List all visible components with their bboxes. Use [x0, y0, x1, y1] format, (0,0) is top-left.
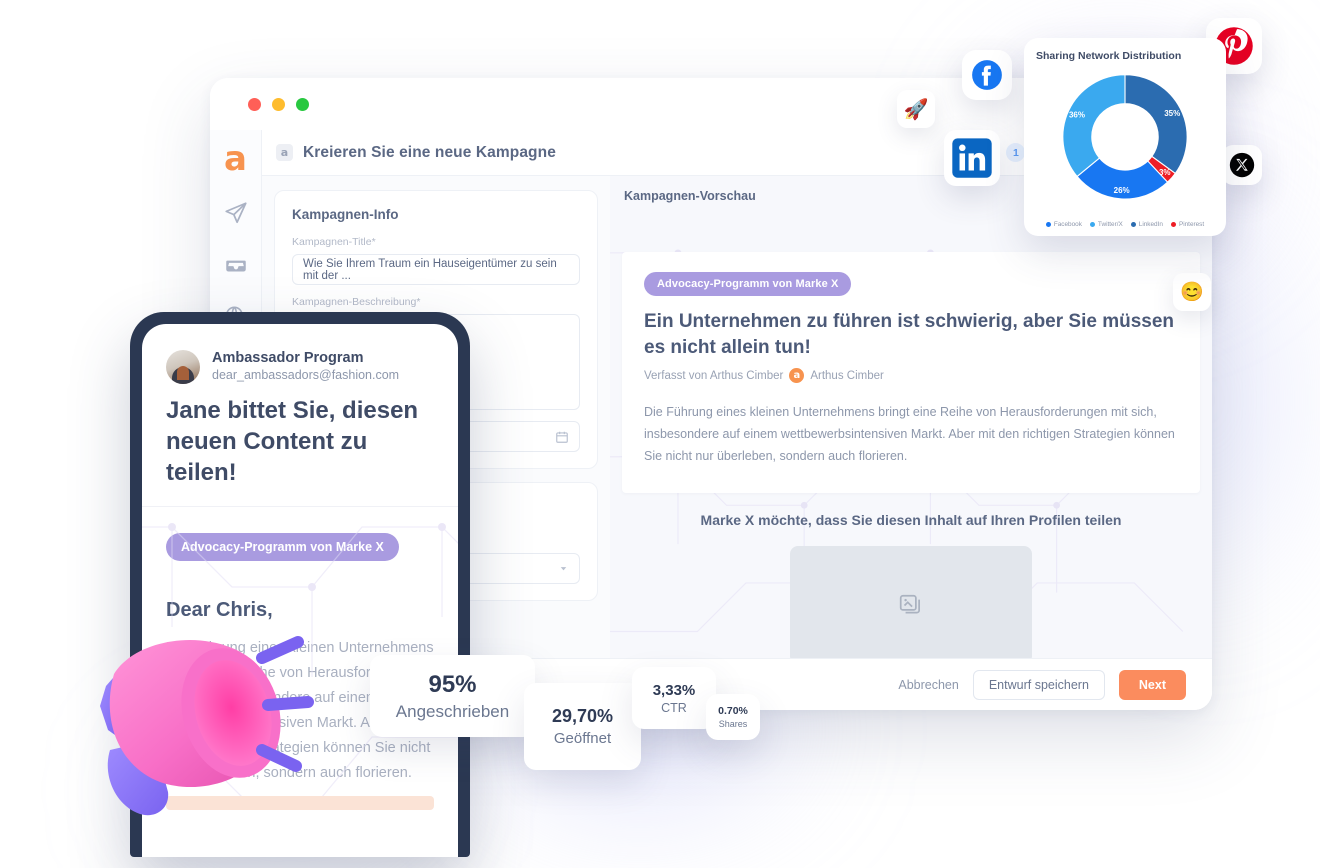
- avatar: [166, 350, 200, 384]
- image-placeholder[interactable]: [790, 546, 1032, 658]
- page-title: Kreieren Sie eine neue Kampagne: [303, 143, 556, 161]
- legend-label: Facebook: [1053, 221, 1082, 228]
- donut-slice-twitter-x: [1062, 74, 1126, 178]
- legend-swatch: [1045, 222, 1051, 227]
- share-prompt: Marke X möchte, dass Sie diesen Inhalt a…: [700, 512, 1122, 528]
- cancel-button[interactable]: Abbrechen: [898, 678, 958, 692]
- inbox-tray-icon: [225, 260, 246, 272]
- phone-headline: Jane bittet Sie, diesen neuen Content zu…: [166, 397, 419, 486]
- legend-swatch: [1170, 222, 1176, 227]
- stat-card-contacted: 95% Angeschrieben: [370, 655, 535, 737]
- facebook-badge[interactable]: [962, 50, 1012, 100]
- stat-value: 29,70%: [551, 706, 614, 726]
- campaign-info-title: Kampagnen-Info: [292, 207, 399, 222]
- phone-header: Ambassador Program dear_ambassadors@fash…: [142, 324, 458, 488]
- email-byline: Verfasst von Arthus Cimber a Arthus Cimb…: [644, 368, 1178, 383]
- campaign-title-input[interactable]: Wie Sie Ihrem Traum ein Hauseigentümer z…: [292, 254, 580, 285]
- linkedin-badge[interactable]: [944, 130, 1000, 186]
- phone-cta-button[interactable]: [166, 796, 434, 810]
- legend-item-linkedin: LinkedIn: [1130, 221, 1163, 228]
- byline-prefix: Verfasst von Arthus Cimber: [644, 369, 784, 382]
- stat-label: Angeschrieben: [395, 701, 510, 721]
- legend-swatch: [1089, 222, 1095, 227]
- campaign-title-label: Kampagnen-Title*: [292, 236, 376, 248]
- sidebar-item-send[interactable]: [223, 200, 249, 226]
- stat-label: Shares: [718, 719, 748, 729]
- chart-title: Sharing Network Distribution: [1036, 50, 1182, 62]
- close-window-button[interactable]: [248, 97, 261, 111]
- legend-item-facebook: Facebook: [1045, 221, 1082, 228]
- email-paragraph: Die Führung eines kleinen Unternehmens b…: [644, 405, 1175, 463]
- chart-legend: Facebook Twitter/X LinkedIn Pinterest: [1036, 221, 1214, 228]
- legend-label: LinkedIn: [1138, 221, 1163, 228]
- x-twitter-badge[interactable]: [1222, 145, 1262, 185]
- facebook-icon: [972, 60, 1002, 90]
- preview-body: Advocacy-Programm von Marke X Ein Untern…: [610, 214, 1212, 658]
- smiley-icon[interactable]: 😊: [1173, 273, 1211, 311]
- campaign-preview-pane: Kampagnen-Vorschau Advocacy-Programm von…: [610, 176, 1212, 658]
- sender-row: Ambassador Program dear_ambassadors@fash…: [166, 350, 434, 384]
- paper-plane-icon: [224, 202, 247, 224]
- legend-item-twitter: Twitter/X: [1089, 221, 1123, 228]
- byline-author: Arthus Cimber: [810, 369, 884, 382]
- sender-name: Ambassador Program: [212, 350, 364, 366]
- donut-slice-label: 35%: [1164, 109, 1180, 118]
- legend-swatch: [1130, 222, 1136, 227]
- legend-label: Twitter/X: [1097, 221, 1123, 228]
- linkedin-icon: [952, 138, 992, 178]
- email-headline: Ein Unternehmen zu führen ist schwierig,…: [644, 311, 1175, 358]
- donut-slice-linkedin: [1124, 74, 1188, 175]
- calendar-icon[interactable]: [555, 430, 569, 444]
- x-twitter-icon: [1229, 152, 1255, 178]
- image-icon: [899, 594, 920, 614]
- donut-slice-label: 26%: [1114, 186, 1130, 195]
- stat-label: CTR: [661, 700, 687, 715]
- author-avatar: a: [789, 368, 805, 383]
- email-preview-card: Advocacy-Programm von Marke X Ein Untern…: [622, 252, 1200, 493]
- minimize-window-button[interactable]: [272, 97, 285, 111]
- legend-item-pinterest: Pinterest: [1170, 221, 1205, 228]
- donut-slice-label: 36%: [1069, 110, 1085, 119]
- stat-value: 3,33%: [652, 681, 696, 699]
- save-draft-button[interactable]: Entwurf speichern: [972, 669, 1105, 700]
- sharing-network-chart-card: Sharing Network Distribution 35% 3% 26% 36%…: [1024, 38, 1226, 236]
- legend-label: Pinterest: [1178, 221, 1205, 228]
- sender-email: dear_ambassadors@fashion.com: [212, 368, 400, 382]
- stat-card-ctr: 3,33% CTR: [632, 667, 716, 729]
- phone-screen: Ambassador Program dear_ambassadors@fash…: [142, 324, 458, 857]
- brand-chip-icon: a: [276, 144, 293, 161]
- stat-card-shares: 0.70% Shares: [706, 694, 760, 740]
- stat-card-opened: 29,70% Geöffnet: [524, 683, 641, 770]
- advocacy-badge: Advocacy-Programm von Marke X: [644, 272, 852, 296]
- phone-greeting: Dear Chris,: [166, 599, 273, 621]
- logo-a-icon[interactable]: a: [224, 142, 247, 176]
- maximize-window-button[interactable]: [296, 97, 309, 111]
- stat-label: Geöffnet: [553, 730, 612, 747]
- screenshot-root: a a Kreieren Sie eine neue Kampagne 1 Ka…: [0, 0, 1320, 868]
- sidebar-item-inbox[interactable]: [223, 252, 249, 278]
- donut-chart: 35%3%26%36%: [1062, 74, 1188, 200]
- stat-value: 95%: [428, 670, 477, 698]
- step-one-number: 1: [1006, 143, 1026, 162]
- phone-mockup: Ambassador Program dear_ambassadors@fash…: [130, 312, 470, 857]
- rocket-icon[interactable]: 🚀: [897, 90, 935, 128]
- next-button[interactable]: Next: [1118, 669, 1186, 700]
- campaign-description-label: Kampagnen-Beschreibung*: [292, 296, 421, 308]
- chevron-down-icon[interactable]: [558, 563, 569, 574]
- stat-value: 0.70%: [718, 705, 748, 717]
- advocacy-badge: Advocacy-Programm von Marke X: [166, 533, 399, 561]
